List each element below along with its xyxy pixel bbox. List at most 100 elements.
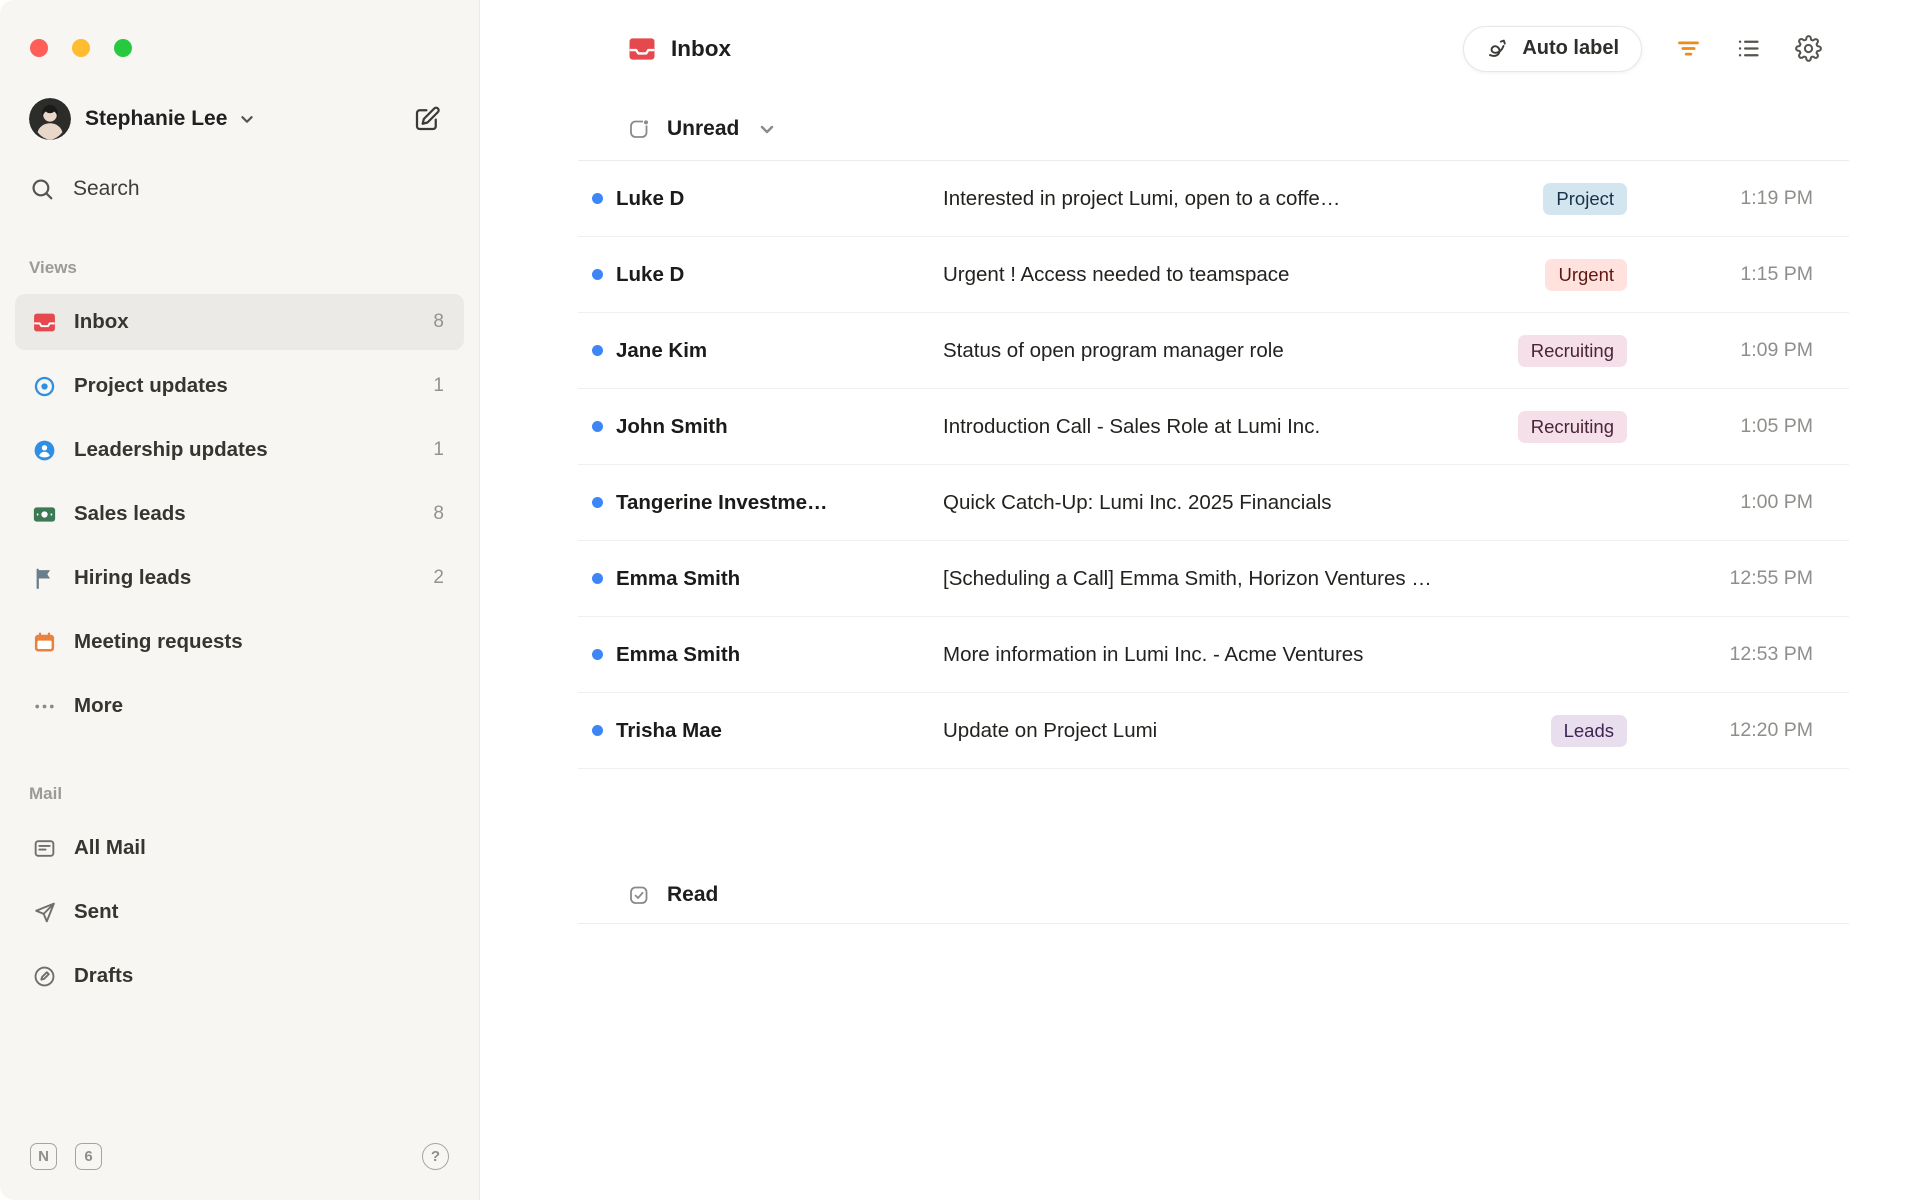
- email-row[interactable]: Jane KimStatus of open program manager r…: [578, 313, 1849, 389]
- email-sender: Luke D: [616, 187, 943, 211]
- unread-dot: [578, 649, 616, 660]
- email-sender: Luke D: [616, 263, 943, 287]
- sidebar-item-inbox[interactable]: Inbox8: [15, 294, 464, 350]
- unread-dot: [578, 497, 616, 508]
- email-time: 1:05 PM: [1683, 415, 1813, 438]
- sidebar-item-count: 1: [433, 375, 444, 397]
- account-switcher[interactable]: Stephanie Lee: [15, 98, 464, 140]
- email-sender: John Smith: [616, 415, 943, 439]
- gear-icon[interactable]: [1795, 35, 1822, 62]
- auto-label-icon: [1486, 37, 1510, 61]
- email-label-badge: Recruiting: [1518, 335, 1627, 367]
- avatar: [29, 98, 71, 140]
- sidebar-views-list: Inbox8Project updates1Leadership updates…: [15, 294, 464, 734]
- email-label-badge: Urgent: [1545, 259, 1627, 291]
- email-time: 12:53 PM: [1683, 643, 1813, 666]
- unread-dot: [578, 269, 616, 280]
- email-row[interactable]: Emma SmithMore information in Lumi Inc. …: [578, 617, 1849, 693]
- search-label: Search: [73, 177, 140, 201]
- email-sender: Emma Smith: [616, 643, 943, 667]
- minimize-button[interactable]: [72, 39, 90, 57]
- email-row[interactable]: Tangerine Investme…Quick Catch-Up: Lumi …: [578, 465, 1849, 541]
- sidebar-item-leadership-updates[interactable]: Leadership updates 1: [15, 422, 464, 478]
- sidebar-item-project-updates[interactable]: Project updates 1: [15, 358, 464, 414]
- mail-section-title: Mail: [29, 784, 450, 804]
- email-list: Luke DInterested in project Lumi, open t…: [578, 161, 1849, 769]
- email-sender: Tangerine Investme…: [616, 491, 943, 515]
- sidebar-mail-list: All Mail Sent Drafts: [15, 820, 464, 1004]
- email-time: 1:00 PM: [1683, 491, 1813, 514]
- user-name: Stephanie Lee: [85, 107, 227, 131]
- sidebar-item-count: 1: [433, 439, 444, 461]
- email-time: 1:19 PM: [1683, 187, 1813, 210]
- sidebar-item-sales-leads[interactable]: Sales leads 8: [15, 486, 464, 542]
- email-label-badge: Leads: [1551, 715, 1627, 747]
- calendar-icon: [32, 630, 57, 655]
- sidebar-item-label: Project updates: [74, 374, 416, 398]
- money-icon: [32, 502, 57, 527]
- chevron-down-icon[interactable]: [755, 117, 779, 141]
- calendar-app-badge[interactable]: 6: [75, 1143, 102, 1170]
- ellipsis-icon: [32, 694, 57, 719]
- email-row[interactable]: Luke DUrgent ! Access needed to teamspac…: [578, 237, 1849, 313]
- header-actions: Auto label: [1463, 26, 1822, 72]
- leadership-icon: [32, 438, 57, 463]
- sidebar-item-all-mail[interactable]: All Mail: [15, 820, 464, 876]
- search-button[interactable]: Search: [15, 176, 464, 202]
- sidebar-item-count: 8: [433, 503, 444, 525]
- email-time: 1:09 PM: [1683, 339, 1813, 362]
- read-group-header[interactable]: Read: [578, 866, 1849, 924]
- email-row[interactable]: Luke DInterested in project Lumi, open t…: [578, 161, 1849, 237]
- email-row[interactable]: Trisha MaeUpdate on Project LumiLeads12:…: [578, 693, 1849, 769]
- email-subject: Quick Catch-Up: Lumi Inc. 2025 Financial…: [943, 491, 1683, 515]
- sidebar-item-meeting-requests[interactable]: Meeting requests: [15, 614, 464, 670]
- email-subject: Update on Project Lumi: [943, 719, 1551, 743]
- flag-icon: [32, 566, 57, 591]
- email-subject: Status of open program manager role: [943, 339, 1518, 363]
- list-view-icon[interactable]: [1735, 35, 1762, 62]
- compose-icon[interactable]: [412, 104, 442, 134]
- email-time: 1:15 PM: [1683, 263, 1813, 286]
- chevron-down-icon: [236, 108, 258, 130]
- views-section-title: Views: [29, 258, 450, 278]
- sidebar-item-label: Inbox: [74, 310, 416, 334]
- page-title: Inbox: [671, 36, 731, 62]
- help-icon[interactable]: ?: [422, 1143, 449, 1170]
- email-sender: Emma Smith: [616, 567, 943, 591]
- close-button[interactable]: [30, 39, 48, 57]
- email-subject: Interested in project Lumi, open to a co…: [943, 187, 1543, 211]
- email-row[interactable]: Emma Smith[Scheduling a Call] Emma Smith…: [578, 541, 1849, 617]
- notion-app-badge[interactable]: N: [30, 1143, 57, 1170]
- unread-group-title: Unread: [667, 117, 739, 141]
- auto-label-label: Auto label: [1522, 37, 1619, 60]
- email-subject: [Scheduling a Call] Emma Smith, Horizon …: [943, 567, 1683, 591]
- sidebar-item-label: Sales leads: [74, 502, 416, 526]
- read-check-icon: [627, 883, 651, 907]
- sidebar-item-sent[interactable]: Sent: [15, 884, 464, 940]
- sidebar-item-hiring-leads[interactable]: Hiring leads2: [15, 550, 464, 606]
- drafts-icon: [32, 964, 57, 989]
- send-icon: [32, 900, 57, 925]
- sidebar-item-count: 2: [433, 567, 444, 589]
- email-list-area: Unread Luke DInterested in project Lumi,…: [480, 97, 1920, 924]
- mail-app-window: Stephanie Lee Search Views Inbox8Project…: [0, 0, 1920, 1200]
- auto-label-button[interactable]: Auto label: [1463, 26, 1642, 72]
- email-label-badge: Project: [1543, 183, 1627, 215]
- unread-group-header[interactable]: Unread: [578, 97, 1849, 161]
- unread-dot: [578, 421, 616, 432]
- window-controls: [30, 39, 132, 57]
- sidebar-item-label: Meeting requests: [74, 630, 427, 654]
- email-subject: More information in Lumi Inc. - Acme Ven…: [943, 643, 1683, 667]
- zoom-button[interactable]: [114, 39, 132, 57]
- filter-icon[interactable]: [1675, 35, 1702, 62]
- all-mail-icon: [32, 836, 57, 861]
- sidebar-item-drafts[interactable]: Drafts: [15, 948, 464, 1004]
- email-row[interactable]: John SmithIntroduction Call - Sales Role…: [578, 389, 1849, 465]
- sidebar-item-label: Sent: [74, 900, 427, 924]
- main-panel: Inbox Auto label: [480, 0, 1920, 1200]
- sidebar-item-more[interactable]: More: [15, 678, 464, 734]
- email-subject: Introduction Call - Sales Role at Lumi I…: [943, 415, 1518, 439]
- unread-dot: [578, 725, 616, 736]
- unread-dot: [578, 345, 616, 356]
- sidebar-item-label: Leadership updates: [74, 438, 416, 462]
